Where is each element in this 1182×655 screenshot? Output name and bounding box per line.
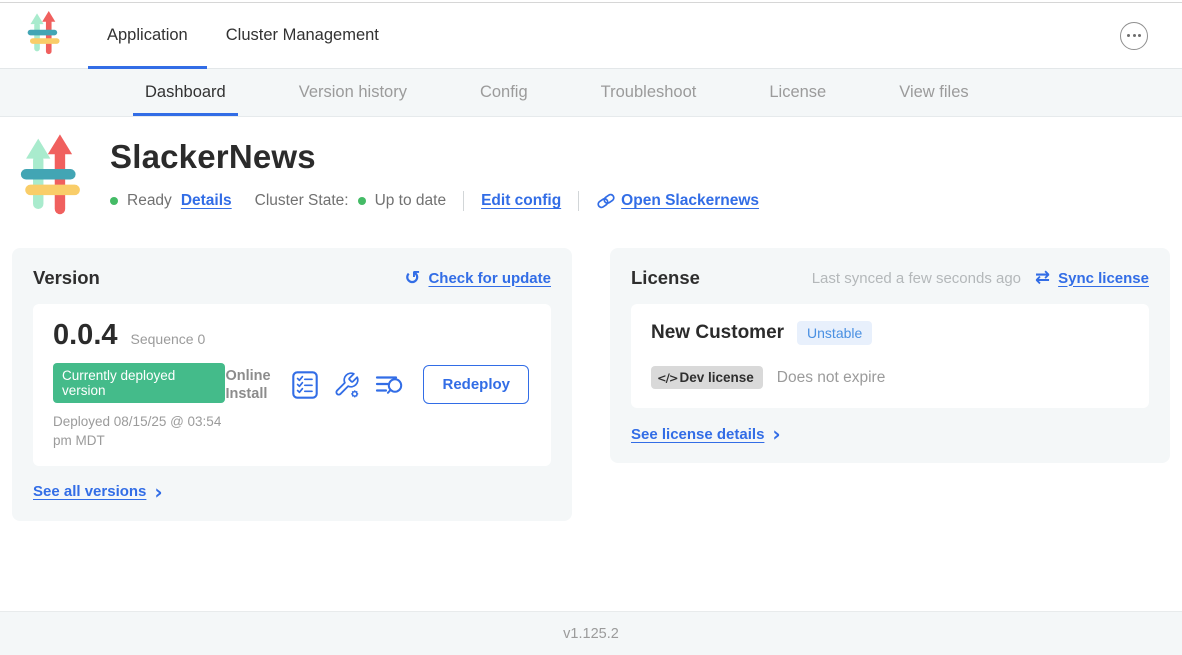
- license-card-title: License: [631, 267, 700, 289]
- top-nav: Application Cluster Management: [0, 3, 1182, 69]
- tab-view-files[interactable]: View files: [899, 69, 968, 116]
- app-status-text: Ready: [127, 192, 172, 210]
- tab-license-label: License: [769, 83, 826, 102]
- refresh-icon: ↺: [405, 269, 421, 288]
- sub-nav: Dashboard Version history Config Trouble…: [0, 69, 1182, 117]
- tab-application-label: Application: [107, 26, 188, 45]
- license-type-label: Dev license: [679, 370, 753, 385]
- license-expiration: Does not expire: [777, 369, 886, 387]
- divider: [578, 191, 579, 211]
- check-for-update-link[interactable]: Check for update: [428, 270, 551, 287]
- tab-application[interactable]: Application: [88, 3, 207, 68]
- top-tabs: Application Cluster Management: [88, 3, 398, 68]
- edit-config-link[interactable]: Edit config: [481, 192, 561, 210]
- version-number: 0.0.4: [53, 319, 118, 352]
- redeploy-button[interactable]: Redeploy: [423, 365, 529, 404]
- deployed-timestamp: Deployed 08/15/25 @ 03:54 pm MDT: [53, 413, 225, 451]
- cluster-state-dot-icon: [358, 197, 366, 205]
- app-logo-icon: [20, 134, 86, 218]
- open-app-link[interactable]: Open Slackernews: [596, 191, 759, 211]
- channel-badge: Unstable: [797, 321, 872, 345]
- dashboard-cards: Version ↺ Check for update 0.0.4 Sequenc…: [0, 248, 1182, 521]
- config-wrench-icon[interactable]: [333, 371, 360, 398]
- tab-troubleshoot[interactable]: Troubleshoot: [601, 69, 697, 116]
- preflight-checks-icon[interactable]: [292, 371, 318, 399]
- chevron-right-icon: ›: [772, 424, 780, 444]
- version-card-title: Version: [33, 267, 100, 289]
- tab-dashboard-label: Dashboard: [145, 83, 226, 102]
- sequence-label: Sequence 0: [131, 331, 206, 347]
- see-license-details-link[interactable]: See license details: [631, 426, 764, 443]
- tab-troubleshoot-label: Troubleshoot: [601, 83, 697, 102]
- tab-dashboard[interactable]: Dashboard: [145, 69, 226, 116]
- app-header: SlackerNews Ready Details Cluster State:…: [0, 117, 1182, 218]
- install-type-label: Online Install: [225, 367, 277, 403]
- deploy-logs-icon[interactable]: [375, 372, 405, 398]
- tab-license[interactable]: License: [769, 69, 826, 116]
- footer: v1.125.2: [0, 611, 1182, 655]
- current-version-panel: 0.0.4 Sequence 0 Currently deployed vers…: [33, 304, 551, 466]
- customer-name: New Customer: [651, 322, 784, 344]
- deployed-status-badge: Currently deployed version: [53, 363, 225, 403]
- chevron-right-icon: ›: [154, 482, 162, 502]
- brand: [27, 3, 63, 68]
- tab-version-history-label: Version history: [299, 83, 407, 102]
- page-title: SlackerNews: [110, 138, 759, 176]
- slackernews-logo-icon: [27, 11, 63, 61]
- ellipsis-menu-icon[interactable]: [1120, 22, 1148, 50]
- code-icon: </>: [657, 371, 677, 385]
- details-link[interactable]: Details: [181, 192, 232, 210]
- license-card: License Last synced a few seconds ago ⇄ …: [610, 248, 1170, 463]
- tab-view-files-label: View files: [899, 83, 968, 102]
- see-all-versions-link[interactable]: See all versions: [33, 483, 146, 500]
- tab-version-history[interactable]: Version history: [299, 69, 407, 116]
- open-app-link-label: Open Slackernews: [621, 192, 759, 210]
- cluster-state-label: Cluster State:: [255, 192, 349, 210]
- console-version: v1.125.2: [563, 626, 619, 642]
- cluster-state-value: Up to date: [375, 192, 447, 210]
- last-synced-text: Last synced a few seconds ago: [812, 270, 1021, 287]
- tab-config-label: Config: [480, 83, 528, 102]
- sync-arrows-icon: ⇄: [1035, 269, 1050, 287]
- sync-license-link[interactable]: Sync license: [1058, 270, 1149, 287]
- tab-cluster-management-label: Cluster Management: [226, 26, 379, 45]
- tab-cluster-management[interactable]: Cluster Management: [207, 3, 398, 68]
- divider: [463, 191, 464, 211]
- license-panel: New Customer Unstable </> Dev license Do…: [631, 304, 1149, 408]
- tab-config[interactable]: Config: [480, 69, 528, 116]
- license-type-badge: </> Dev license: [651, 366, 763, 389]
- app-status-row: Ready Details Cluster State: Up to date …: [110, 191, 759, 211]
- version-card: Version ↺ Check for update 0.0.4 Sequenc…: [12, 248, 572, 521]
- link-chain-icon: [596, 191, 616, 211]
- app-status-dot-icon: [110, 197, 118, 205]
